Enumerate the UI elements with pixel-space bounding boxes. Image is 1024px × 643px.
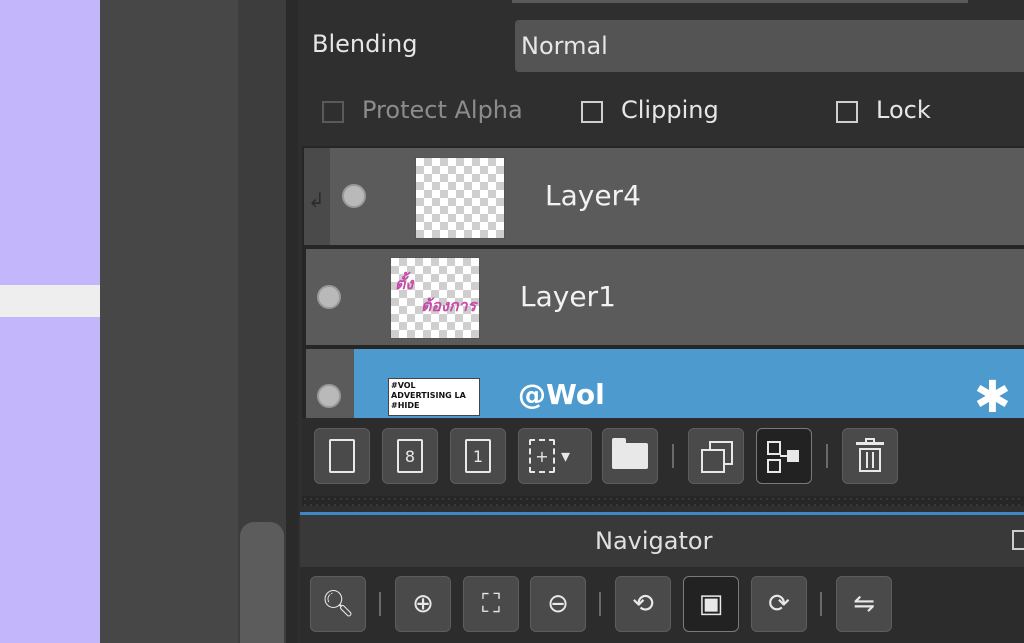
layer-thumbnail: #VOL ADVERTISING LA #HIDE [388,378,480,416]
canvas-gutter [100,0,238,643]
thumbnail-text: ต้องการ [421,296,477,315]
duplicate-layer-button[interactable] [688,428,744,484]
new-1bit-layer-button[interactable]: 1 [450,428,506,484]
flip-horizontal-button[interactable]: ⇋ [836,576,892,632]
reset-view-button[interactable]: ▣ [683,576,739,632]
clipping-checkbox[interactable] [581,101,603,123]
visibility-toggle-icon[interactable] [317,285,341,309]
thumbnail-text: ตั้ง [395,274,414,293]
panel-separator [286,0,298,643]
zoom-out-icon: ⊖ [547,589,569,619]
canvas-strip [0,285,100,317]
document-icon [329,439,355,473]
toolbar-divider [379,592,381,616]
document-1-icon: 1 [465,439,491,473]
frame-icon: ▣ [698,589,724,619]
rotate-left-icon: ⟲ [632,589,654,619]
merge-icon [767,441,801,473]
add-document-icon: + [529,439,555,473]
new-folder-button[interactable] [602,428,658,484]
panel-resize-grip[interactable] [302,496,1024,506]
thumbnail-text: #VOL [391,381,416,390]
thumbnail-text: #HIDE [391,401,420,410]
clip-arrow-icon: ↲ [308,188,325,212]
dropdown-arrow-icon: ▾ [561,445,571,467]
toolbar-divider [599,592,601,616]
visibility-toggle-icon[interactable] [342,184,366,208]
toolbar-divider [820,592,822,616]
zoom-in-icon: ⊕ [412,589,434,619]
layer-thumbnail [415,157,505,239]
layer-name: @Wol [518,378,605,411]
fit-window-button[interactable]: ⛶ [463,576,519,632]
navigator-title: Navigator [595,527,713,555]
rotate-right-button[interactable]: ⟳ [751,576,807,632]
new-raster-layer-button[interactable] [314,428,370,484]
zoom-in-button[interactable]: ⊕ [395,576,451,632]
new-8bit-layer-button[interactable]: 8 [382,428,438,484]
float-panel-icon[interactable] [1012,530,1024,550]
zoom-out-button[interactable]: ⊖ [530,576,586,632]
merge-layers-button[interactable] [756,428,812,484]
toolbar-divider [672,444,674,468]
lock-label: Lock [876,96,931,124]
duplicate-icon [701,441,733,473]
lock-checkbox[interactable] [836,101,858,123]
clipping-label: Clipping [621,96,719,124]
visibility-toggle-icon[interactable] [317,384,341,408]
toolbar-divider [826,444,828,468]
layer-name: Layer1 [520,280,616,313]
rotate-left-button[interactable]: ⟲ [615,576,671,632]
trash-icon [856,438,884,472]
fit-screen-icon: ⛶ [481,588,501,619]
delete-layer-button[interactable] [842,428,898,484]
opacity-field-edge [512,0,968,3]
thumbnail-text: ADVERTISING LA [391,391,466,400]
rotate-right-icon: ⟳ [768,589,790,619]
new-layer-menu-button[interactable]: + ▾ [518,428,592,484]
protect-alpha-checkbox[interactable] [322,101,344,123]
zoom-actual-button[interactable]: 🔍︎ [310,576,366,632]
layer-name: Layer4 [545,179,641,212]
zoom-1-icon: 🔍︎ [321,589,355,619]
canvas-area[interactable] [0,0,100,643]
document-8-icon: 8 [397,439,423,473]
layer-settings-gear-icon[interactable]: ✱ [974,372,1011,423]
scrollbar-thumb[interactable] [240,522,284,643]
layer-thumbnail: ตั้ง ต้องการ [390,257,480,339]
flip-icon: ⇋ [853,589,875,619]
protect-alpha-label: Protect Alpha [362,96,523,124]
blending-value: Normal [521,32,608,60]
blending-label: Blending [312,30,418,58]
folder-icon [612,438,648,469]
